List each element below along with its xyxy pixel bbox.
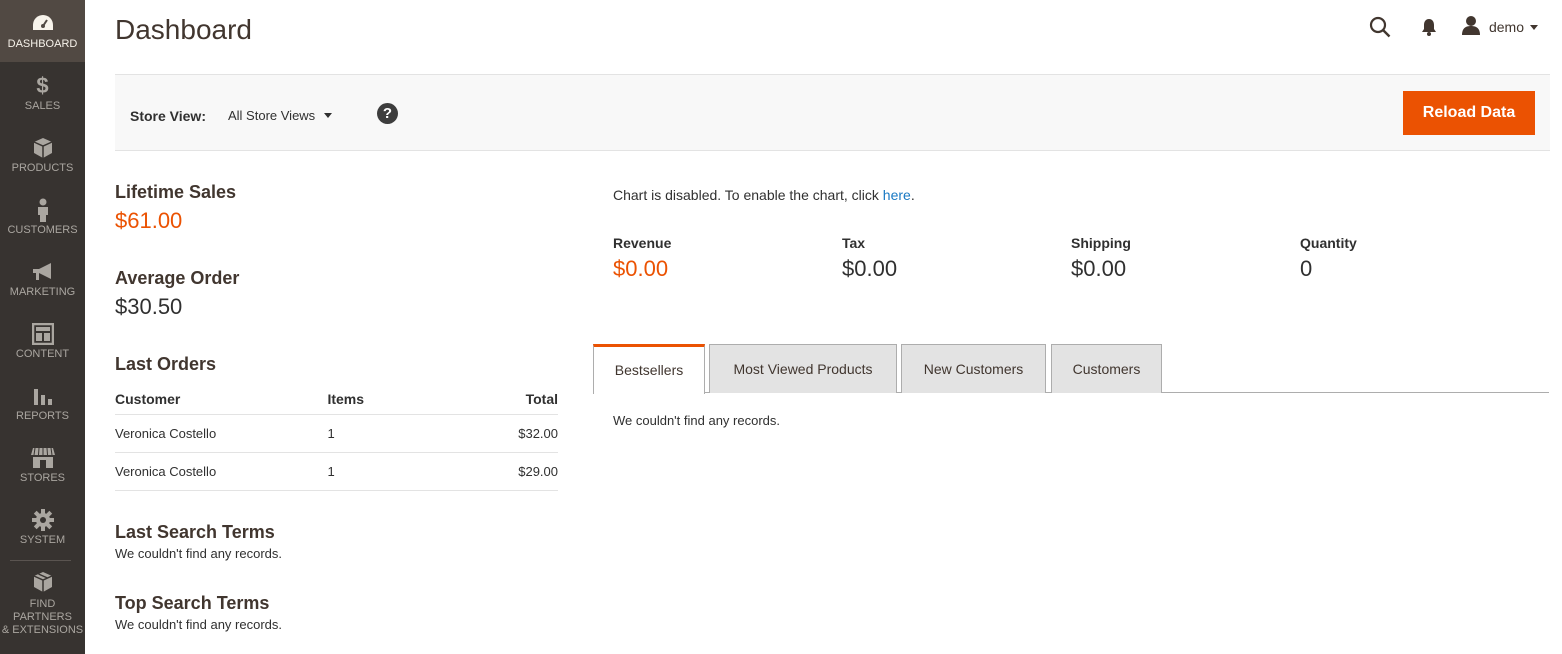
last-orders-title: Last Orders: [115, 354, 217, 374]
nav-customers[interactable]: CUSTOMERS: [0, 186, 85, 248]
nav-system-label: SYSTEM: [19, 534, 66, 546]
nav-stores[interactable]: STORES: [0, 434, 85, 496]
person-icon: [0, 198, 85, 222]
order-total: $32.00: [474, 414, 558, 453]
dashboard-tabs: Bestsellers Most Viewed Products New Cus…: [593, 344, 1549, 394]
average-order-value: $30.50: [115, 294, 183, 319]
reload-data-button[interactable]: Reload Data: [1403, 91, 1535, 135]
total-label: Tax: [842, 235, 866, 251]
help-icon[interactable]: ?: [377, 103, 398, 124]
store-view-label: Store View:: [130, 108, 206, 124]
store-view-value: All Store Views: [228, 108, 316, 123]
nav-system[interactable]: SYSTEM: [0, 496, 85, 558]
enable-chart-link[interactable]: here: [883, 187, 911, 203]
order-customer: Veronica Costello: [115, 452, 328, 491]
total-value: $0.00: [1071, 256, 1127, 281]
column-header-total: Total: [474, 384, 558, 415]
chart-note-suffix: .: [910, 187, 915, 203]
store-view-toolbar: Store View: All Store Views ? Reload Dat…: [115, 74, 1550, 151]
nav-dashboard[interactable]: DASHBOARD: [0, 0, 85, 62]
tab-new-customers[interactable]: New Customers: [901, 344, 1046, 393]
bar-chart-icon: [0, 384, 85, 408]
admin-sidebar: DASHBOARD $ SALES PRODUCTS CUSTOMERS MAR…: [0, 0, 85, 654]
nav-content-label: CONTENT: [15, 348, 70, 360]
store-view-dropdown[interactable]: All Store Views: [228, 108, 333, 123]
box-icon: [0, 136, 85, 160]
dashboard-totals: Revenue $0.00 Tax $0.00 Shipping $0.00 Q…: [613, 235, 1513, 285]
last-orders-table: Customer Items Total Veronica Costello 1…: [115, 384, 558, 491]
table-row[interactable]: Veronica Costello 1 $29.00: [115, 452, 558, 491]
notifications-bell-icon[interactable]: [1421, 18, 1437, 36]
table-header-row: Customer Items Total: [115, 384, 558, 415]
user-menu[interactable]: demo: [1461, 15, 1538, 40]
total-revenue: Revenue $0.00: [613, 235, 671, 282]
total-label: Shipping: [1071, 235, 1131, 251]
nav-find-partners-label: FIND PARTNERS & EXTENSIONS: [0, 598, 85, 637]
nav-partners-line1: FIND PARTNERS: [13, 598, 72, 623]
lifetime-sales-title: Lifetime Sales: [115, 182, 237, 202]
gear-icon: [0, 508, 85, 532]
order-items: 1: [327, 414, 475, 453]
nav-sales[interactable]: $ SALES: [0, 62, 85, 124]
order-customer: Veronica Costello: [115, 414, 328, 453]
top-search-terms-title: Top Search Terms: [115, 593, 270, 613]
sidebar-divider: [10, 560, 71, 561]
nav-content[interactable]: CONTENT: [0, 310, 85, 372]
chevron-down-icon: [324, 113, 333, 118]
header-actions: demo: [1369, 12, 1538, 42]
search-icon[interactable]: [1369, 16, 1391, 38]
page-title: Dashboard: [115, 14, 252, 45]
order-total: $29.00: [474, 452, 558, 491]
chart-disabled-note: Chart is disabled. To enable the chart, …: [613, 187, 915, 203]
total-value: 0: [1300, 256, 1313, 281]
column-header-customer: Customer: [115, 384, 328, 415]
user-icon: [1461, 15, 1481, 40]
nav-reports[interactable]: REPORTS: [0, 372, 85, 434]
nav-marketing-label: MARKETING: [9, 286, 76, 298]
last-search-terms-empty: We couldn't find any records.: [115, 546, 282, 561]
total-tax: Tax $0.00: [842, 235, 897, 282]
nav-sales-label: SALES: [24, 100, 61, 112]
top-search-terms-empty: We couldn't find any records.: [115, 617, 282, 632]
lifetime-sales-value: $61.00: [115, 208, 183, 233]
nav-dashboard-label: DASHBOARD: [7, 38, 78, 50]
table-row[interactable]: Veronica Costello 1 $32.00: [115, 414, 558, 453]
chevron-down-icon: [1530, 24, 1538, 30]
dashboard-icon: [0, 12, 85, 36]
average-order-title: Average Order: [115, 268, 240, 288]
total-quantity: Quantity 0: [1300, 235, 1357, 282]
chart-note-text: Chart is disabled. To enable the chart, …: [613, 187, 883, 203]
nav-customers-label: CUSTOMERS: [7, 224, 78, 236]
nav-partners-line2: & EXTENSIONS: [1, 624, 84, 636]
nav-find-partners[interactable]: FIND PARTNERS & EXTENSIONS: [0, 562, 85, 652]
nav-products-label: PRODUCTS: [11, 162, 74, 174]
nav-reports-label: REPORTS: [16, 410, 69, 422]
tab-empty-message: We couldn't find any records.: [613, 413, 780, 428]
order-items: 1: [327, 452, 475, 491]
megaphone-icon: [0, 260, 85, 284]
extensions-box-icon: [0, 570, 85, 594]
tab-bestsellers[interactable]: Bestsellers: [593, 344, 705, 394]
total-value: $0.00: [613, 256, 669, 281]
total-shipping: Shipping $0.00: [1071, 235, 1131, 282]
tab-most-viewed-products[interactable]: Most Viewed Products: [709, 344, 897, 393]
tab-customers[interactable]: Customers: [1051, 344, 1162, 393]
layout-icon: [0, 322, 85, 346]
dollar-icon: $: [36, 73, 49, 98]
column-header-items: Items: [327, 384, 475, 415]
nav-marketing[interactable]: MARKETING: [0, 248, 85, 310]
storefront-icon: [0, 446, 85, 470]
total-value: $0.00: [842, 256, 898, 281]
nav-stores-label: STORES: [19, 472, 66, 484]
nav-products[interactable]: PRODUCTS: [0, 124, 85, 186]
user-name: demo: [1488, 19, 1524, 35]
last-search-terms-title: Last Search Terms: [115, 522, 275, 542]
total-label: Quantity: [1300, 235, 1357, 251]
total-label: Revenue: [613, 235, 672, 251]
